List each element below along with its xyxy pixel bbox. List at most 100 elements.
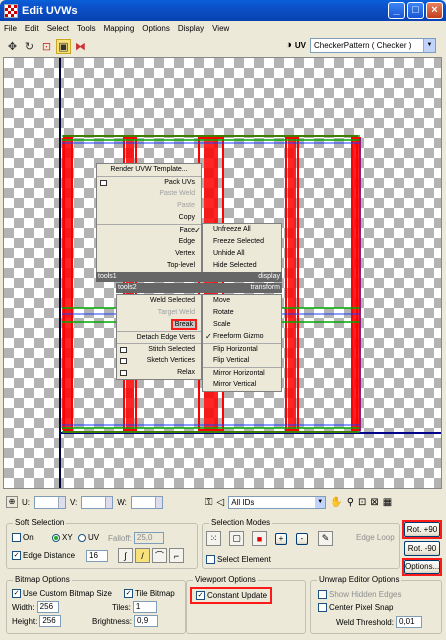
menu-item-relax[interactable]: Relax [117, 367, 201, 379]
menu-display[interactable]: Display [178, 24, 204, 33]
menu-item-edge[interactable]: Edge [97, 236, 201, 248]
selection-modes-title: Selection Modes [209, 518, 273, 527]
bitmap-height-input[interactable]: 256 [39, 615, 62, 627]
menu-item-unhide-all[interactable]: Unhide All [203, 248, 281, 260]
freeform-gizmo-icon[interactable]: ▣ [56, 38, 71, 54]
menu-file[interactable]: File [4, 24, 17, 33]
menu-item-face[interactable]: Face ✓ [97, 224, 201, 236]
minimize-button[interactable]: _ [388, 2, 405, 19]
uv-label[interactable]: UV [295, 41, 306, 50]
zoom-icon[interactable]: ⚲ [347, 497, 354, 508]
menu-item-render-uvw-template[interactable]: Render UVW Template... [97, 164, 201, 176]
menu-item-stitch-selected[interactable]: Stitch Selected [117, 343, 201, 355]
u-spinner[interactable] [34, 495, 66, 509]
falloff-slow-out-icon[interactable]: ⌒ [152, 548, 167, 563]
menu-item-mirror-vertical[interactable]: Mirror Vertical [203, 379, 281, 391]
pan-icon[interactable]: ✋ [330, 497, 342, 508]
menu-item-freeze-selected[interactable]: Freeze Selected [203, 236, 281, 248]
falloff-linear-icon[interactable]: / [135, 548, 150, 563]
menu-item-rotate[interactable]: Rotate [203, 307, 281, 319]
menu-mapping[interactable]: Mapping [104, 24, 135, 33]
menu-item-move[interactable]: Move [203, 295, 281, 307]
mirror-icon[interactable]: ⧓ [73, 39, 88, 54]
edge-distance-input[interactable]: 16 [86, 550, 108, 562]
show-hidden-edges-checkbox[interactable]: Show Hidden Edges [318, 590, 402, 599]
texture-map-icon[interactable]: ◑ [285, 39, 292, 51]
material-id-select[interactable]: All IDs ▼ [228, 495, 327, 509]
menu-item-mirror-horizontal[interactable]: Mirror Horizontal [203, 367, 281, 379]
menu-view[interactable]: View [212, 24, 229, 33]
soft-on-checkbox[interactable]: On [12, 533, 34, 542]
falloff-input[interactable]: 25,0 [133, 532, 164, 544]
break-highlight[interactable]: Break [170, 319, 198, 330]
menu-edit[interactable]: Edit [25, 24, 39, 33]
menu-item-break[interactable]: Break [117, 319, 201, 331]
menu-item-weld-selected[interactable]: Weld Selected [117, 295, 201, 307]
menu-item-sketch-vertices[interactable]: Sketch Vertices [117, 355, 201, 367]
menu-item-freeform-gizmo[interactable]: ✓ Freeform Gizmo [203, 331, 281, 343]
scale-icon[interactable]: ⊡ [39, 39, 54, 54]
grow-selection-button[interactable]: + [275, 533, 287, 545]
menu-item-top-level[interactable]: Top-level [97, 260, 201, 272]
move-icon[interactable]: ✥ [5, 39, 20, 54]
menu-item-detach-edge-verts[interactable]: Detach Edge Verts [117, 331, 201, 343]
face-mode-icon[interactable]: ■ [252, 531, 267, 546]
vertex-mode-icon[interactable]: ⁙ [206, 531, 221, 546]
tile-bitmap-checkbox[interactable]: ✓ Tile Bitmap [124, 589, 175, 598]
w-spinner[interactable] [130, 495, 163, 509]
lock-selection-icon[interactable]: ⚿ [205, 497, 213, 508]
menu-item-scale[interactable]: Scale [203, 319, 281, 331]
v-label: V: [70, 497, 78, 507]
weld-threshold-input[interactable]: 0,01 [395, 616, 422, 628]
menu-item-flip-horizontal[interactable]: Flip Horizontal [203, 343, 281, 355]
soft-xy-radio[interactable]: XY [52, 533, 73, 542]
menu-options[interactable]: Options [142, 24, 170, 33]
shrink-selection-button[interactable]: - [296, 533, 308, 545]
checkbox-icon [318, 590, 327, 599]
soft-selection-title: Soft Selection [13, 518, 67, 527]
zoom-region-icon[interactable]: ⊡ [358, 497, 366, 508]
context-menu-main: Render UVW Template... Pack UVs Paste We… [96, 163, 202, 273]
menu-item-pack-uvs[interactable]: Pack UVs [97, 176, 201, 188]
menu-tools[interactable]: Tools [77, 24, 96, 33]
menu-item-copy[interactable]: Copy [97, 212, 201, 224]
center-pixel-snap-checkbox[interactable]: Center Pixel Snap [318, 603, 393, 612]
u-label: U: [22, 497, 30, 507]
uv-viewport[interactable]: Render UVW Template... Pack UVs Paste We… [3, 57, 442, 489]
edge-loop-button[interactable]: Edge Loop [356, 533, 395, 542]
menu-item-flip-vertical[interactable]: Flip Vertical [203, 355, 281, 367]
paint-select-icon[interactable]: ✎ [318, 531, 333, 546]
checker-toggle-icon[interactable]: ▦ [383, 497, 392, 508]
rotate-icon[interactable]: ↻ [22, 39, 37, 54]
menu-item-vertex[interactable]: Vertex [97, 248, 201, 260]
checkbox-icon: ✓ [124, 589, 133, 598]
menu-header-row-2: tools2 transform [116, 283, 282, 293]
highlight-constant-update [190, 587, 272, 604]
chevron-down-icon: ▼ [423, 39, 435, 52]
rotate-minus-90-button[interactable]: Rot. -90 [404, 541, 440, 556]
brightness-input[interactable]: 0,9 [134, 615, 159, 627]
select-element-checkbox[interactable]: Select Element [206, 555, 271, 564]
use-custom-bitmap-size-checkbox[interactable]: ✓ Use Custom Bitmap Size [12, 589, 112, 598]
bitmap-height-field: Height: 256 [12, 615, 62, 627]
texture-select[interactable]: CheckerPattern ( Checker ) ▼ [310, 38, 436, 53]
window-title: Edit UVWs [22, 4, 78, 17]
edge-mode-icon[interactable]: ▢ [229, 531, 244, 546]
bitmap-width-input[interactable]: 256 [36, 601, 59, 613]
edge-distance-checkbox[interactable]: ✓ Edge Distance [12, 551, 75, 560]
tiles-input[interactable]: 1 [132, 601, 157, 613]
menu-select[interactable]: Select [47, 24, 69, 33]
filter-icon[interactable]: ◁ [217, 497, 225, 508]
menu-item-hide-selected[interactable]: Hide Selected [203, 260, 281, 272]
falloff-fast-out-icon[interactable]: ⌐ [169, 548, 184, 563]
v-spinner[interactable] [81, 495, 114, 509]
checkbox-icon [206, 555, 215, 564]
absolute-mode-icon[interactable]: ⊕ [6, 496, 18, 508]
falloff-smooth-icon[interactable]: ∫ [118, 548, 133, 563]
zoom-extents-icon[interactable]: ⊠ [370, 497, 378, 508]
soft-uv-radio[interactable]: UV [78, 533, 99, 542]
radio-icon [52, 533, 60, 542]
menu-item-unfreeze-all[interactable]: Unfreeze All [203, 224, 281, 236]
close-button[interactable]: × [426, 2, 443, 19]
maximize-button[interactable]: □ [407, 2, 424, 19]
